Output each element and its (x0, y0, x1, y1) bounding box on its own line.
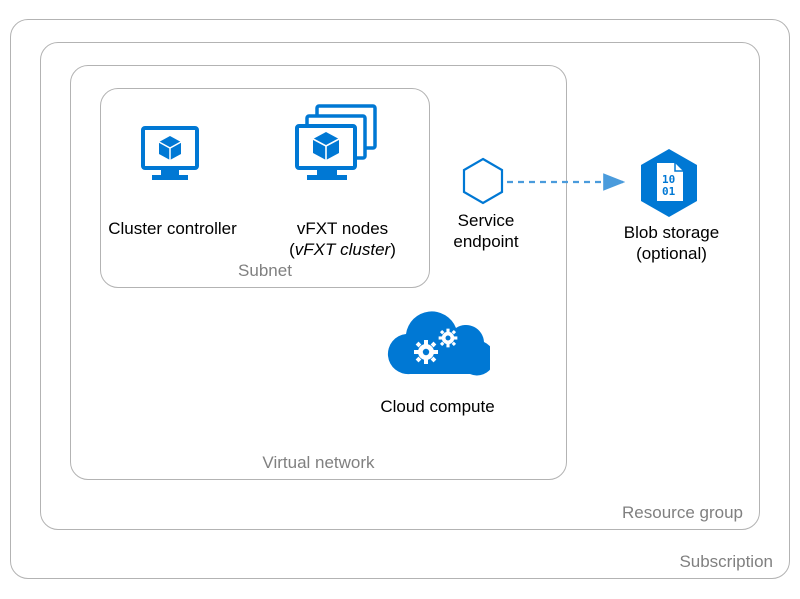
service-endpoint-label: Service endpoint (441, 210, 531, 253)
resource-group-label: Resource group (622, 503, 743, 523)
service-endpoint-line1: Service (458, 211, 515, 230)
monitor-cube-stack-icon (285, 100, 385, 195)
blob-storage-label: Blob storage (optional) (614, 222, 729, 265)
cloud-gears-icon (380, 310, 490, 390)
service-endpoint-line2: endpoint (453, 232, 518, 251)
blob-storage-line2: (optional) (636, 244, 707, 263)
cluster-controller-label: Cluster controller (100, 218, 245, 239)
vfxt-nodes-line1: vFXT nodes (297, 219, 388, 238)
hexagon-binary-icon: 10 01 (635, 145, 703, 221)
subscription-label: Subscription (679, 552, 773, 572)
cloud-compute-label: Cloud compute (375, 396, 500, 417)
dashed-arrow-icon (505, 168, 635, 196)
vfxt-nodes-line2-em: vFXT cluster (295, 240, 390, 259)
virtual-network-label: Virtual network (71, 453, 566, 473)
blob-storage-line1: Blob storage (624, 223, 719, 242)
vfxt-nodes-line2-close: ) (390, 240, 396, 259)
hexagon-outline-icon (460, 155, 506, 207)
vfxt-nodes-label: vFXT nodes (vFXT cluster) (270, 218, 415, 261)
monitor-cube-icon (135, 120, 205, 190)
subnet-label: Subnet (101, 261, 429, 281)
svg-text:01: 01 (662, 185, 676, 198)
